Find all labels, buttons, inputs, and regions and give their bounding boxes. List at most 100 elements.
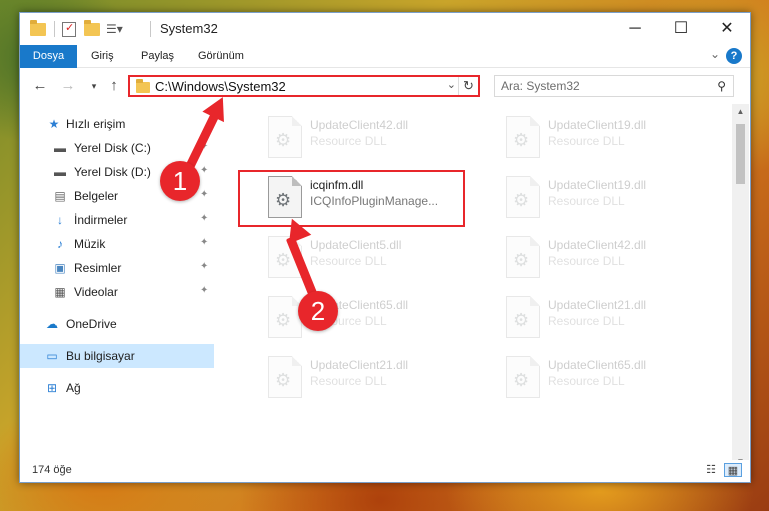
file-name: UpdateClient21.dll	[310, 358, 409, 372]
file-item[interactable]: ⚙ UpdateClient21.dll Resource DLL	[498, 292, 726, 346]
refresh-icon[interactable]: ↻	[458, 77, 478, 95]
file-description: Resource DLL	[548, 194, 625, 208]
videos-icon: ▦	[54, 285, 66, 299]
pin-icon[interactable]: ✦	[200, 189, 208, 200]
dll-file-icon: ⚙	[268, 356, 302, 398]
pictures-icon: ▣	[54, 261, 66, 275]
title-separator	[150, 20, 151, 38]
dll-file-icon: ⚙	[506, 356, 540, 398]
forward-arrow-icon[interactable]: →	[58, 76, 78, 96]
dll-file-icon: ⚙	[506, 296, 540, 338]
file-description: Resource DLL	[548, 374, 625, 388]
details-view-icon[interactable]: ☷	[702, 463, 720, 477]
file-item[interactable]: ⚙ UpdateClient65.dll Resource DLL	[260, 292, 488, 346]
pin-icon[interactable]: ✦	[200, 237, 208, 248]
sidebar-item-label: Videolar	[74, 285, 118, 299]
sidebar-item-label: Belgeler	[74, 189, 119, 203]
sidebar-item-this-pc[interactable]: ▭ Bu bilgisayar	[20, 344, 214, 368]
ribbon-tabs: Dosya Giriş Paylaş Görünüm ⌄ ?	[20, 45, 750, 68]
properties-icon[interactable]	[62, 20, 76, 38]
vertical-scrollbar[interactable]: ▲ ▼	[732, 104, 749, 470]
file-name: UpdateClient19.dll	[548, 118, 647, 132]
sidebar-item-label: Resimler	[74, 261, 122, 275]
file-name: UpdateClient42.dll	[310, 118, 409, 132]
search-icon: ⚲	[717, 79, 726, 93]
sidebar-item-quick-access[interactable]: ★ Hızlı erişim	[20, 112, 214, 136]
dll-file-icon: ⚙	[268, 116, 302, 158]
sidebar-item-label: İndirmeler	[74, 213, 128, 227]
file-item[interactable]: ⚙ UpdateClient19.dll Resource DLL	[498, 112, 726, 166]
file-description: Resource DLL	[310, 134, 387, 148]
tab-home[interactable]: Giriş	[91, 45, 114, 68]
computer-icon: ▭	[46, 349, 58, 363]
pin-icon[interactable]: ✦	[200, 261, 208, 272]
file-name: UpdateClient19.dll	[548, 178, 647, 192]
pin-icon[interactable]: ✦	[200, 213, 208, 224]
dll-file-icon: ⚙	[506, 116, 540, 158]
file-description: Resource DLL	[548, 254, 625, 268]
file-item[interactable]: ⚙ UpdateClient65.dll Resource DLL	[498, 352, 726, 406]
file-item[interactable]: ⚙ UpdateClient21.dll Resource DLL	[260, 352, 488, 406]
sidebar-item-downloads[interactable]: ↓ İndirmeler ✦	[20, 208, 214, 232]
address-dropdown-icon[interactable]: ⌄	[447, 78, 456, 91]
minimize-button[interactable]: ─	[612, 13, 658, 45]
sidebar-item-network[interactable]: ⊞ Ağ	[20, 376, 214, 400]
sidebar-item-label: Yerel Disk (C:)	[74, 141, 151, 155]
folder-icon	[136, 79, 150, 93]
sidebar-item-pictures[interactable]: ▣ Resimler ✦	[20, 256, 214, 280]
sidebar-item-label: OneDrive	[66, 317, 117, 331]
dll-file-icon: ⚙	[506, 236, 540, 278]
navigation-pane: ★ Hızlı erişim ▬ Yerel Disk (C:) ✦ ▬ Yer…	[20, 104, 214, 460]
back-arrow-icon[interactable]: ←	[30, 76, 50, 96]
navigation-bar: ← → ▾ ↑ C:\Windows\System32 ⌄ ↻ Ara: Sys…	[20, 69, 750, 103]
scroll-up-icon[interactable]: ▲	[732, 104, 749, 120]
drive-icon: ▬	[54, 165, 66, 179]
explorer-window: ☰▾ System32 ─ ☐ ✕ Dosya Giriş Paylaş Gör…	[19, 12, 751, 483]
documents-icon: ▤	[54, 189, 66, 203]
file-item[interactable]: ⚙ UpdateClient19.dll Resource DLL	[498, 172, 726, 226]
star-icon: ★	[48, 117, 60, 131]
recent-locations-icon[interactable]: ▾	[84, 76, 104, 96]
sidebar-item-disk-c[interactable]: ▬ Yerel Disk (C:) ✦	[20, 136, 214, 160]
file-description: Resource DLL	[548, 134, 625, 148]
address-bar[interactable]: C:\Windows\System32 ⌄ ↻	[128, 75, 480, 97]
help-icon[interactable]: ?	[726, 48, 742, 64]
dll-file-icon: ⚙	[506, 176, 540, 218]
tab-share[interactable]: Paylaş	[141, 45, 174, 68]
close-button[interactable]: ✕	[704, 13, 750, 45]
scroll-thumb[interactable]	[736, 124, 745, 184]
pin-icon[interactable]: ✦	[200, 285, 208, 296]
file-name: UpdateClient42.dll	[548, 238, 647, 252]
up-arrow-icon[interactable]: ↑	[104, 76, 124, 96]
new-folder-icon[interactable]	[84, 19, 100, 38]
file-description: Resource DLL	[310, 374, 387, 388]
sidebar-item-label: Bu bilgisayar	[66, 349, 135, 363]
sidebar-item-music[interactable]: ♪ Müzik ✦	[20, 232, 214, 256]
address-path: C:\Windows\System32	[155, 79, 286, 94]
sidebar-item-onedrive[interactable]: ☁ OneDrive	[20, 312, 214, 336]
item-count: 174 öğe	[32, 464, 72, 476]
file-name: UpdateClient65.dll	[548, 358, 647, 372]
sidebar-item-videos[interactable]: ▦ Videolar ✦	[20, 280, 214, 304]
download-icon: ↓	[57, 213, 63, 227]
sidebar-item-label: Hızlı erişim	[66, 117, 126, 131]
tab-file[interactable]: Dosya	[20, 45, 77, 68]
ribbon-expand-icon[interactable]: ⌄	[710, 47, 720, 61]
qa-separator	[54, 20, 55, 38]
maximize-button[interactable]: ☐	[658, 13, 704, 45]
file-name: UpdateClient21.dll	[548, 298, 647, 312]
tiles-view-icon[interactable]: ▦	[724, 463, 742, 477]
sidebar-item-label: Yerel Disk (D:)	[74, 165, 151, 179]
file-description: Resource DLL	[548, 314, 625, 328]
sidebar-item-label: Ağ	[66, 381, 81, 395]
customize-qa-icon[interactable]: ☰▾	[106, 20, 123, 38]
tab-view[interactable]: Görünüm	[198, 45, 244, 68]
file-item[interactable]: ⚙ UpdateClient42.dll Resource DLL	[498, 232, 726, 286]
music-icon: ♪	[57, 237, 63, 251]
file-item[interactable]: ⚙ UpdateClient42.dll Resource DLL	[260, 112, 488, 166]
file-highlight-box	[238, 170, 465, 227]
step-1-badge: 1	[160, 161, 200, 201]
pin-icon[interactable]: ✦	[200, 165, 208, 176]
search-input[interactable]: Ara: System32 ⚲	[494, 75, 734, 97]
window-title: System32	[160, 21, 218, 36]
